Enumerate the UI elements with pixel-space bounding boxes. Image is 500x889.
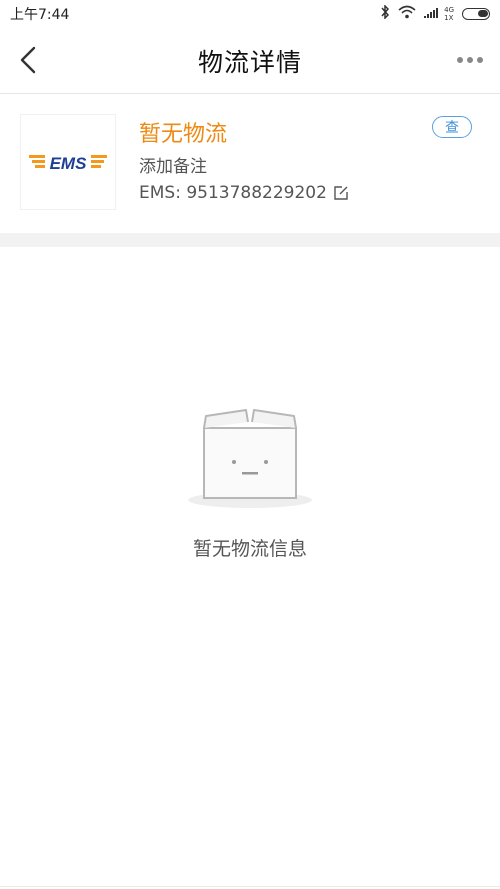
edit-icon[interactable] <box>333 185 349 201</box>
back-arrow-icon <box>20 46 36 74</box>
empty-box-icon <box>188 409 312 508</box>
add-remark-link[interactable]: 添加备注 <box>139 152 207 177</box>
page-title: 物流详情 <box>197 47 302 77</box>
shipment-status-title: 暂无物流 <box>139 122 228 147</box>
ems-logo-icon: EMS <box>29 154 107 173</box>
shipment-card: EMS 暂无物流 添加备注 EMS: 9513788229202 查 <box>0 94 500 233</box>
empty-state-message: 暂无物流信息 <box>192 538 307 560</box>
status-time: 上午7:44 <box>10 7 70 23</box>
cellular-signal: 4G 1X <box>424 6 454 22</box>
signal-bars-icon <box>424 8 439 18</box>
empty-state: 暂无物流信息 <box>0 400 500 570</box>
battery-icon <box>462 8 490 20</box>
more-dot-icon <box>457 57 463 63</box>
back-button[interactable] <box>10 42 46 78</box>
status-icons: 4G 1X <box>380 4 490 23</box>
bluetooth-icon <box>380 4 390 23</box>
more-dot-icon <box>467 57 473 63</box>
bottom-divider <box>0 886 500 887</box>
status-bar: 上午7:44 4G 1X <box>0 0 500 28</box>
sim-label: 1X <box>444 14 454 22</box>
nav-bar: 物流详情 <box>0 28 500 94</box>
wifi-icon <box>398 5 416 23</box>
more-options-button[interactable] <box>452 48 488 72</box>
network-type: 4G <box>444 6 454 14</box>
tracking-number: EMS: 9513788229202 <box>139 183 327 203</box>
tracking-number-row[interactable]: EMS: 9513788229202 <box>139 183 349 203</box>
more-dot-icon <box>477 57 483 63</box>
ems-logo-text: EMS <box>50 154 88 173</box>
query-button[interactable]: 查 <box>432 116 472 138</box>
carrier-logo: EMS <box>20 114 116 210</box>
section-divider <box>0 233 500 247</box>
